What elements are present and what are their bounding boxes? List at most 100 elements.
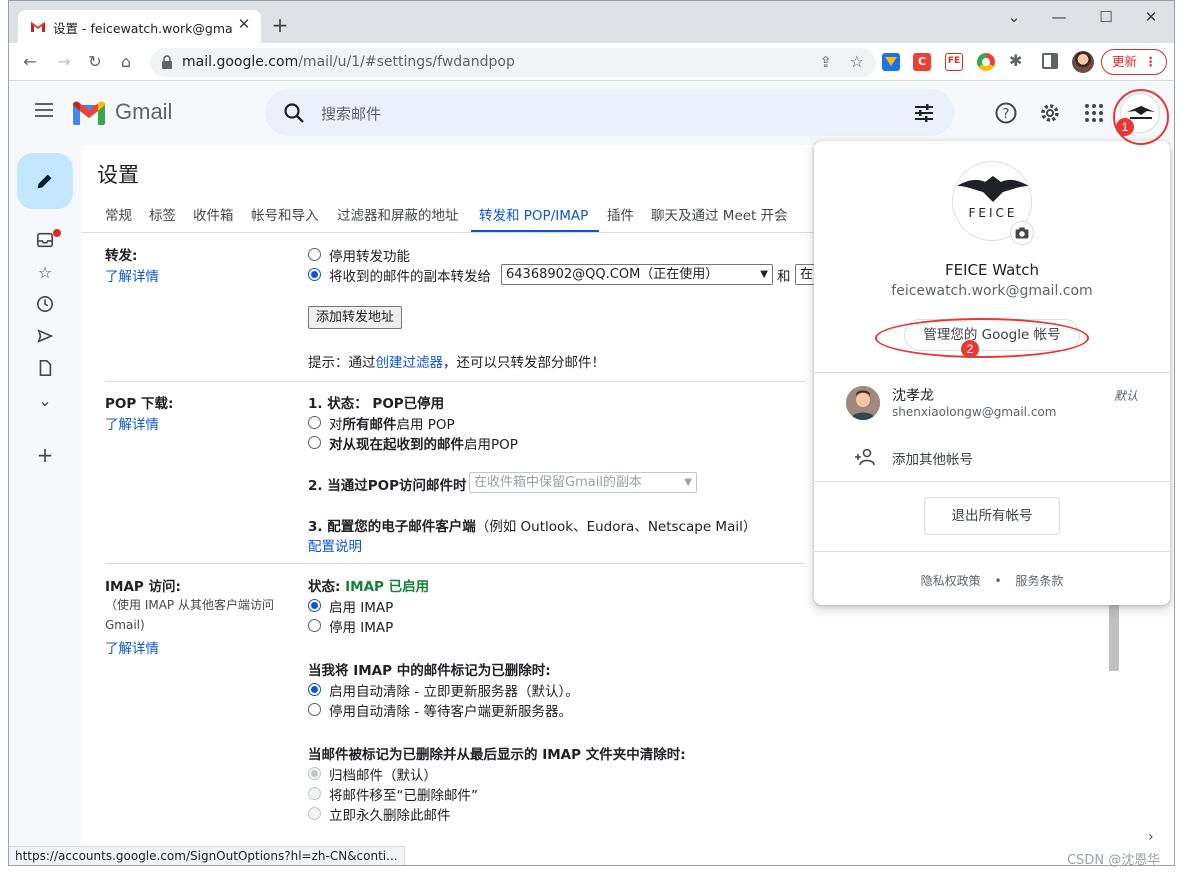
disable-forwarding-radio[interactable] [308, 248, 321, 261]
tab-search-icon[interactable]: ⌄ [999, 5, 1029, 29]
home-icon[interactable]: ⌂ [113, 49, 139, 75]
browser-window: 设置 - feicewatch.work@gmail.com ✕ + ⌄ — ☐… [8, 0, 1175, 866]
more-chevron-down-icon[interactable]: ⌄ [35, 391, 55, 411]
apps-grid-icon[interactable] [1082, 101, 1106, 125]
auto-expunge-off-label: 停用自动清除 - 等待客户端更新服务器。 [329, 704, 572, 720]
settings-gear-icon[interactable] [1038, 101, 1062, 125]
terms-of-service-link[interactable]: 服务条款 [1015, 574, 1063, 588]
new-tab-icon[interactable]: + [268, 14, 292, 38]
profile-avatar[interactable] [1072, 51, 1094, 73]
tab-accounts[interactable]: 帐号和导入 [251, 204, 319, 224]
fe-extension-icon[interactable]: FE [945, 53, 963, 71]
scrollbar-thumb[interactable] [1109, 601, 1119, 671]
imap-learn-more-link[interactable]: 了解详情 [105, 637, 159, 657]
bookmark-star-icon[interactable]: ☆ [850, 52, 864, 71]
extensions-puzzle-icon[interactable]: ✱ [1009, 51, 1022, 70]
chevron-down-icon: ▼ [760, 269, 768, 280]
tab-inbox[interactable]: 收件箱 [193, 204, 234, 224]
tab-labels[interactable]: 标签 [149, 204, 176, 224]
delete-forever-radio[interactable] [308, 807, 321, 820]
svg-text:FEICE: FEICE [969, 206, 1018, 220]
pop-learn-more-link[interactable]: 了解详情 [105, 413, 159, 433]
pop-from-now-radio[interactable] [308, 436, 321, 449]
browser-tab[interactable]: 设置 - feicewatch.work@gmail.com ✕ [18, 10, 261, 43]
privacy-policy-link[interactable]: 隐私权政策 [921, 574, 981, 588]
forwarding-learn-more-link[interactable]: 了解详情 [105, 265, 159, 285]
page-title: 设置 [97, 163, 139, 187]
back-icon[interactable]: ← [17, 49, 43, 75]
forward-address-select[interactable]: 64368902@QQ.COM（正在使用） ▼ [501, 264, 773, 285]
other-account-avatar [846, 386, 880, 420]
tab-title: 设置 - feicewatch.work@gmail.com [53, 21, 233, 36]
search-input[interactable]: 搜索邮件 [321, 103, 381, 124]
tab-general[interactable]: 常规 [105, 204, 132, 224]
popup-divider [814, 481, 1170, 482]
search-bar[interactable]: 搜索邮件 [265, 89, 954, 136]
create-filter-link[interactable]: 创建过滤器 [376, 355, 444, 371]
gmail-logo-icon [73, 101, 105, 125]
enable-imap-label: 启用 IMAP [329, 600, 394, 616]
camera-icon[interactable] [1010, 221, 1034, 245]
pop-all-mail-label: 对所有邮件启用 POP [329, 417, 455, 433]
maximize-icon[interactable]: ☐ [1091, 5, 1121, 29]
left-rail: ☆ ⌄ + [9, 145, 81, 865]
address-bar[interactable]: mail.google.com/mail/u/1/#settings/fwdan… [150, 48, 876, 77]
tab-chat-meet[interactable]: 聊天及通过 Meet 开会 [651, 204, 788, 224]
tab-filters[interactable]: 过滤器和屏蔽的地址 [337, 204, 459, 224]
search-icon[interactable] [283, 102, 305, 124]
archive-radio[interactable] [308, 767, 321, 780]
sign-out-all-button[interactable]: 退出所有帐号 [924, 497, 1060, 535]
main-menu-icon[interactable] [35, 103, 53, 117]
disable-imap-radio[interactable] [308, 619, 321, 632]
disable-forwarding-label: 停用转发功能 [329, 249, 410, 265]
pop-all-mail-radio[interactable] [308, 416, 321, 429]
archive-label: 归档邮件（默认） [329, 768, 437, 784]
auto-expunge-off-radio[interactable] [308, 703, 321, 716]
annotation-badge-2: 2 [961, 340, 979, 358]
forward-icon[interactable]: → [51, 49, 77, 75]
share-icon[interactable]: ⇪ [819, 53, 832, 71]
search-options-icon[interactable] [914, 103, 934, 123]
chevron-right-icon[interactable]: › [1148, 829, 1154, 845]
update-button[interactable]: 更新 ⋮ [1101, 49, 1167, 75]
inbox-icon[interactable] [35, 231, 55, 251]
status-bar-url: https://accounts.google.com/SignOutOptio… [9, 846, 405, 865]
forward-copy-radio[interactable] [308, 268, 321, 281]
window-close-icon[interactable]: ✕ [1136, 5, 1166, 29]
footer-dot: • [994, 574, 1002, 588]
add-forwarding-address-button[interactable]: 添加转发地址 [308, 306, 403, 329]
compose-button[interactable] [17, 153, 73, 209]
pop-config-instructions-link[interactable]: 配置说明 [308, 535, 362, 555]
pencil-icon [37, 174, 52, 189]
move-trash-radio[interactable] [308, 787, 321, 800]
forwarding-tip: 提示：通过创建过滤器，还可以只转发部分邮件！ [308, 355, 605, 371]
delete-forever-label: 立即永久删除此邮件 [329, 808, 451, 824]
chrome-extension-icon[interactable] [977, 53, 995, 71]
starred-icon[interactable]: ☆ [35, 263, 55, 283]
auto-expunge-on-radio[interactable] [308, 683, 321, 696]
snoozed-clock-icon[interactable] [35, 295, 55, 315]
annotation-circle-2 [875, 318, 1089, 358]
side-panel-icon[interactable] [1042, 53, 1058, 69]
pop-status: 1. 状态： POP已停用 [308, 396, 445, 412]
and-label: 和 [777, 269, 791, 285]
reload-icon[interactable]: ↻ [82, 49, 108, 75]
imap-note: （使用 IMAP 从其他客户端访问 Gmail) [105, 598, 274, 632]
account-name: FEICE Watch [945, 261, 1039, 279]
drafts-icon[interactable] [35, 359, 55, 379]
close-tab-icon[interactable]: ✕ [234, 14, 254, 34]
popup-footer: 隐私权政策 • 服务条款 [814, 572, 1170, 589]
tab-addons[interactable]: 插件 [607, 204, 634, 224]
popup-divider [814, 551, 1170, 552]
pop-access-select[interactable]: 在收件箱中保留Gmail的副本 ▼ [469, 472, 697, 493]
download-extension-icon[interactable] [882, 53, 900, 71]
help-icon[interactable]: ? [994, 101, 1018, 125]
section-divider [105, 381, 805, 382]
c-extension-icon[interactable]: C [913, 53, 931, 71]
add-label-plus-icon[interactable]: + [35, 445, 55, 465]
tab-forwarding-pop-imap[interactable]: 转发和 POP/IMAP [479, 204, 588, 224]
enable-imap-radio[interactable] [308, 599, 321, 612]
sent-icon[interactable] [35, 327, 55, 347]
minimize-icon[interactable]: — [1044, 5, 1074, 29]
move-trash-label: 将邮件移至“已删除邮件” [329, 788, 478, 804]
